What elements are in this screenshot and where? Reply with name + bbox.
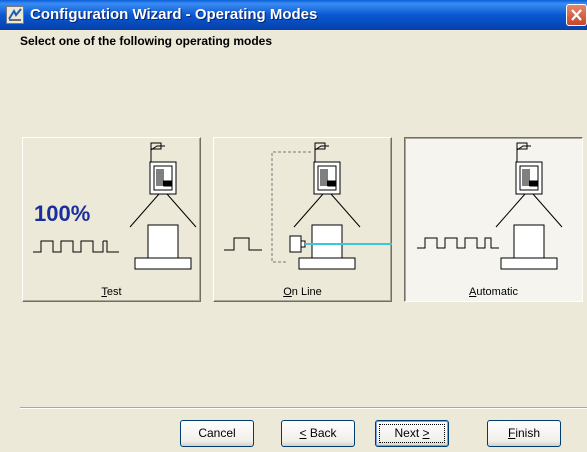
page-heading: Select one of the following operating mo…	[20, 34, 273, 48]
wizard-window: Configuration Wizard - Operating Modes S…	[0, 0, 587, 452]
test-percent-badge: 100%	[34, 201, 91, 226]
automatic-mode-illustration	[417, 142, 563, 270]
wizard-icon	[6, 6, 24, 24]
online-mode-illustration	[224, 142, 392, 270]
title-bar[interactable]: Configuration Wizard - Operating Modes	[0, 0, 587, 30]
close-icon	[571, 9, 582, 21]
mode-online-button[interactable]: On Line	[213, 137, 392, 302]
back-button[interactable]: < Back	[281, 420, 355, 447]
mode-online-label-rest: n Line	[291, 286, 322, 298]
finish-label: inish	[515, 426, 541, 440]
mode-automatic-button[interactable]: Automatic	[404, 137, 583, 302]
close-button[interactable]	[566, 4, 587, 26]
mode-automatic-label-rest: utomatic	[476, 286, 518, 298]
cancel-button[interactable]: Cancel	[180, 420, 254, 447]
mode-test-label-rest: est	[106, 286, 122, 298]
mode-test-label: Test	[23, 286, 200, 298]
mode-online-label: On Line	[214, 286, 391, 298]
mode-online-accel: O	[283, 286, 292, 298]
focus-rect	[379, 424, 445, 443]
button-divider	[20, 407, 587, 409]
window-title: Configuration Wizard - Operating Modes	[30, 6, 318, 23]
back-label: Back	[309, 426, 337, 440]
mode-test-button[interactable]: 100% Test	[22, 137, 201, 302]
next-button[interactable]: Next >	[375, 420, 449, 447]
back-accel: <	[299, 426, 307, 440]
mode-automatic-label: Automatic	[405, 286, 582, 298]
finish-button[interactable]: Finish	[487, 420, 561, 447]
